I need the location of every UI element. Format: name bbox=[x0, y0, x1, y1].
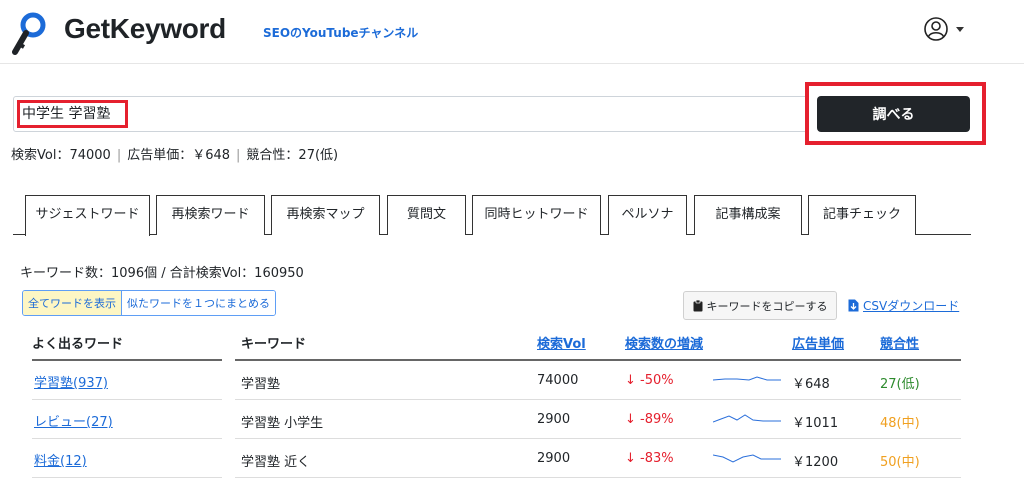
stat-competition: 競合性：27(低) bbox=[246, 148, 339, 163]
tab-bar: サジェストワード 再検索ワード 再検索マップ 質問文 同時ヒットワード ペルソナ… bbox=[13, 195, 971, 236]
cell-cpc: ￥1200 bbox=[792, 455, 839, 470]
column-keyword: キーワード bbox=[241, 337, 307, 352]
divider: | bbox=[236, 148, 241, 163]
csv-download-link[interactable]: CSVダウンロード bbox=[848, 297, 959, 314]
column-search-volume[interactable]: 検索Vol bbox=[537, 333, 586, 352]
magnifier-key-icon[interactable] bbox=[12, 12, 46, 56]
tab-research-words[interactable]: 再検索ワード bbox=[156, 195, 265, 235]
stat-cpc: 広告単価：￥648 bbox=[127, 148, 231, 163]
download-icon bbox=[848, 299, 859, 312]
youtube-channel-link[interactable]: SEOのYouTubeチャンネル bbox=[263, 24, 418, 41]
user-circle-icon[interactable] bbox=[924, 17, 948, 41]
cell-cpc: ￥1011 bbox=[792, 416, 839, 431]
frequent-word-item: レビュー(27) bbox=[32, 401, 222, 439]
trend-sparkline bbox=[713, 454, 781, 463]
column-search-trend[interactable]: 検索数の増減 bbox=[625, 333, 703, 352]
cell-keyword: 学習塾 近く bbox=[241, 455, 311, 470]
chevron-down-icon[interactable] bbox=[956, 26, 964, 32]
cell-trend: ↓ -89% bbox=[625, 412, 674, 427]
cell-volume: 2900 bbox=[537, 451, 571, 466]
show-all-words-button[interactable]: 全てワードを表示 bbox=[23, 291, 121, 315]
trend-sparkline bbox=[713, 414, 781, 423]
keyword-table-header: キーワード 検索Vol 検索数の増減 広告単価 競合性 bbox=[235, 333, 961, 361]
keyword-summary: キーワード数：1096個 / 合計検索Vol：160950 bbox=[20, 266, 304, 281]
search-button[interactable]: 調べる bbox=[817, 96, 970, 132]
keyword-search-input[interactable]: 中学生 学習塾 bbox=[13, 96, 808, 132]
frequent-word-link[interactable]: 学習塾(937) bbox=[34, 372, 108, 391]
tab-suggest-words[interactable]: サジェストワード bbox=[25, 195, 150, 236]
brand-logo[interactable]: GetKeyword bbox=[64, 13, 226, 45]
divider: | bbox=[116, 148, 122, 163]
tab-article-outline[interactable]: 記事構成案 bbox=[694, 195, 802, 235]
copy-keywords-button[interactable]: キーワードをコピーする bbox=[683, 291, 837, 320]
csv-download-label: CSVダウンロード bbox=[863, 299, 960, 313]
cell-volume: 2900 bbox=[537, 412, 571, 427]
frequent-word-item: 学習塾(937) bbox=[32, 362, 222, 400]
cell-keyword: 学習塾 小学生 bbox=[241, 416, 324, 431]
tab-co-hit-words[interactable]: 同時ヒットワード bbox=[472, 195, 601, 235]
display-toggle: 全てワードを表示 似たワードを１つにまとめる bbox=[22, 290, 276, 316]
cell-cpc: ￥648 bbox=[792, 377, 830, 392]
cell-competition: 27(低) bbox=[880, 377, 920, 392]
cell-trend: ↓ -83% bbox=[625, 451, 674, 466]
stat-volume: 検索Vol：74000 bbox=[11, 148, 111, 163]
user-menu[interactable] bbox=[924, 14, 974, 44]
table-row: 学習塾 小学生 2900 ↓ -89% ￥1011 48(中) bbox=[235, 401, 961, 439]
tab-persona[interactable]: ペルソナ bbox=[608, 195, 687, 235]
column-cpc[interactable]: 広告単価 bbox=[792, 333, 844, 352]
cell-volume: 74000 bbox=[537, 373, 579, 388]
cell-trend: ↓ -50% bbox=[625, 373, 674, 388]
frequent-word-link[interactable]: 料金(12) bbox=[34, 450, 87, 469]
group-similar-words-button[interactable]: 似たワードを１つにまとめる bbox=[121, 291, 275, 315]
frequent-word-link[interactable]: レビュー(27) bbox=[34, 411, 113, 430]
copy-keywords-label: キーワードをコピーする bbox=[706, 299, 828, 313]
frequent-words-header: よく出るワード bbox=[32, 333, 222, 361]
column-competition[interactable]: 競合性 bbox=[880, 333, 919, 352]
keyword-stats: 検索Vol：74000 | 広告単価：￥648 | 競合性：27(低) bbox=[11, 144, 338, 163]
tab-questions[interactable]: 質問文 bbox=[387, 195, 466, 235]
cell-competition: 48(中) bbox=[880, 416, 920, 431]
cell-keyword: 学習塾 bbox=[241, 377, 281, 392]
frequent-word-item: 料金(12) bbox=[32, 440, 222, 478]
clipboard-icon bbox=[693, 299, 702, 311]
app-header: GetKeyword SEOのYouTubeチャンネル bbox=[0, 0, 1024, 64]
table-row: 学習塾 近く 2900 ↓ -83% ￥1200 50(中) bbox=[235, 440, 961, 478]
cell-competition: 50(中) bbox=[880, 455, 920, 470]
tab-article-check[interactable]: 記事チェック bbox=[808, 195, 916, 235]
table-row: 学習塾 74000 ↓ -50% ￥648 27(低) bbox=[235, 362, 961, 400]
trend-sparkline bbox=[713, 376, 781, 381]
tab-research-map[interactable]: 再検索マップ bbox=[271, 195, 380, 235]
